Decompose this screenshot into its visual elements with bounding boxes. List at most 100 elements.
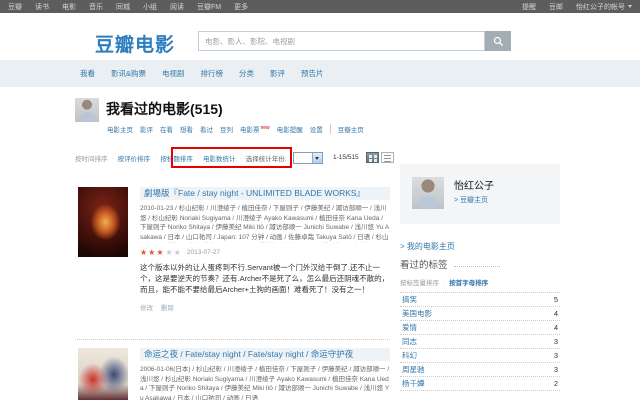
topbar-item-events[interactable]: 同城 (116, 2, 130, 12)
sublink-movie-alerts[interactable]: 电影提醒 (277, 124, 303, 134)
list-view-icon[interactable] (381, 152, 394, 163)
sort-by-rating[interactable]: 按评价排序 (118, 153, 151, 163)
grid-view-icon[interactable] (366, 152, 379, 163)
tag-link[interactable]: 美国电影 (402, 308, 432, 319)
sublink-tickets[interactable]: 电影票new (240, 124, 270, 134)
account-menu[interactable]: 怡红公子的帐号 (576, 2, 632, 12)
doumail-link[interactable]: 豆邮 (549, 2, 563, 12)
search-button[interactable] (485, 31, 511, 51)
avatar[interactable] (412, 177, 444, 209)
tag-sort-by-alpha[interactable]: 按首字母排序 (449, 277, 488, 287)
rating-stars-filled: ★★★ (140, 248, 165, 257)
view-mode-toggle (366, 152, 394, 163)
nav-item-mine[interactable]: 我看 (80, 68, 95, 79)
topbar-nav: 豆瓣 读书 电影 音乐 同城 小组 阅读 豆瓣FM 更多 (8, 2, 248, 12)
notifications-link[interactable]: 提醒 (522, 2, 536, 12)
movie-stats-link[interactable]: 电影数统计 (203, 153, 236, 163)
topbar-item-more[interactable]: 更多 (234, 2, 248, 12)
watched-tags-header: 看过的标签 (400, 257, 500, 271)
movie-info: 2006-01-06(日本) / 杉山纪彰 / 川澄绫子 / 植田佳奈 / 下屋… (140, 366, 390, 400)
nav-item-tv[interactable]: 电视剧 (162, 68, 185, 79)
new-badge: new (260, 124, 270, 131)
tag-row: 科幻 3 (400, 348, 560, 362)
sort-by-title[interactable]: 按标题排序 (160, 153, 193, 163)
nav-item-showtimes[interactable]: 影讯&购票 (111, 68, 146, 79)
movie-info: 2010-01-23 / 杉山纪彰 / 川澄绫子 / 植田佳奈 / 下屋则子 /… (140, 205, 390, 241)
account-label: 怡红公子的帐号 (576, 3, 625, 11)
sublink-watching[interactable]: 在看 (160, 124, 173, 134)
movie-poster[interactable] (78, 187, 128, 257)
topbar-item-douban[interactable]: 豆瓣 (8, 2, 22, 12)
sublink-movie-home[interactable]: 电影主页 (107, 124, 133, 134)
tag-sort-bar: 按标签量排序 按首字母排序 (400, 277, 488, 287)
movie-actions: 修改 删除 (140, 302, 390, 312)
topbar-item-fm[interactable]: 豆瓣FM (197, 2, 221, 12)
tag-count: 3 (553, 365, 558, 374)
nav-item-trailer[interactable]: 预告片 (301, 68, 324, 79)
separator-dot (197, 155, 199, 162)
tag-link[interactable]: 杨千嬅 (402, 378, 425, 389)
tickets-label: 电影票 (240, 127, 260, 134)
tag-row: 爱情 4 (400, 320, 560, 334)
sublink-settings[interactable]: 设置 (310, 124, 323, 134)
sort-filter-bar: 按时间排序 按评价排序 按标题排序 电影数统计 选择统计年份: (75, 152, 323, 164)
topbar-item-reading[interactable]: 阅读 (170, 2, 184, 12)
avatar[interactable] (75, 98, 99, 122)
movie-item: 劇場版『Fate / stay night - UNLIMITED BLADE … (140, 187, 390, 312)
topbar-item-groups[interactable]: 小组 (143, 2, 157, 12)
page-title: 我看过的电影(515) (106, 101, 223, 117)
dotted-rule (453, 265, 500, 267)
sort-by-time[interactable]: 按时间排序 (75, 153, 108, 163)
sublink-doulist[interactable]: 豆列 (220, 124, 233, 134)
movie-title-link[interactable]: 命运之夜 / Fate/stay night / Fate/stay night… (140, 348, 390, 361)
tag-link[interactable]: 搞笑 (402, 294, 417, 305)
tag-sort-by-count[interactable]: 按标签量排序 (400, 277, 439, 287)
separator-dot (443, 279, 445, 286)
tag-count: 2 (553, 379, 558, 388)
tag-link[interactable]: 周星驰 (402, 364, 425, 375)
tag-count: 3 (553, 337, 558, 346)
movie-item: 命运之夜 / Fate/stay night / Fate/stay night… (140, 348, 390, 400)
tag-link[interactable]: 同志 (402, 336, 417, 347)
stats-year-select[interactable] (292, 152, 323, 164)
tag-count: 3 (553, 351, 558, 360)
tag-row: 搞笑 5 (400, 292, 560, 306)
user-profile-link[interactable]: > 豆瓣主页 (454, 195, 488, 205)
user-card: 怡红公子 > 豆瓣主页 (400, 164, 560, 224)
douban-movie-logo[interactable]: 豆瓣电影 (95, 30, 175, 57)
separator-dot (154, 155, 156, 162)
nav-item-chart[interactable]: 排行榜 (201, 68, 224, 79)
entry-divider (75, 339, 390, 340)
movie-poster[interactable] (78, 348, 128, 400)
watched-tags-title: 看过的标签 (400, 260, 448, 271)
nav-item-tags[interactable]: 分类 (239, 68, 254, 79)
movie-channel-nav: 我看 影讯&购票 电视剧 排行榜 分类 影评 预告片 (0, 60, 640, 87)
sublink-watched[interactable]: 看过 (200, 124, 213, 134)
topbar-item-music[interactable]: 音乐 (89, 2, 103, 12)
edit-link[interactable]: 修改 (140, 302, 153, 312)
user-name-link[interactable]: 怡红公子 (454, 177, 494, 192)
chevron-down-icon (311, 153, 322, 163)
nav-item-review[interactable]: 影评 (270, 68, 285, 79)
sublink-reviews[interactable]: 影评 (140, 124, 153, 134)
topbar-item-books[interactable]: 读书 (35, 2, 49, 12)
separator-dot (240, 155, 242, 162)
tag-list: 搞笑 5 美国电影 4 爱情 4 同志 3 科幻 3 周星驰 3 杨千嬅 2 (400, 292, 560, 391)
topbar-item-movies[interactable]: 电影 (62, 2, 76, 12)
tag-link[interactable]: 科幻 (402, 350, 417, 361)
rating-date: 2013-07-27 (186, 249, 221, 256)
delete-link[interactable]: 删除 (161, 302, 174, 312)
tag-row: 同志 3 (400, 334, 560, 348)
site-topbar: 豆瓣 读书 电影 音乐 同城 小组 阅读 豆瓣FM 更多 提醒 豆邮 怡红公子的… (0, 0, 640, 13)
chevron-down-icon (628, 5, 632, 9)
tag-link[interactable]: 爱情 (402, 322, 417, 333)
search-input[interactable] (198, 31, 485, 51)
separator-dot (112, 155, 114, 162)
stats-year-label: 选择统计年份: (245, 156, 287, 163)
sublink-wish[interactable]: 想看 (180, 124, 193, 134)
sublink-douban-home[interactable]: 豆瓣主页 (329, 124, 364, 134)
rating-stars-empty: ★★ (165, 248, 182, 257)
movie-title-link[interactable]: 劇場版『Fate / stay night - UNLIMITED BLADE … (140, 187, 390, 200)
my-movie-home-link[interactable]: > 我的电影主页 (400, 241, 455, 252)
tag-row: 杨千嬅 2 (400, 376, 560, 390)
